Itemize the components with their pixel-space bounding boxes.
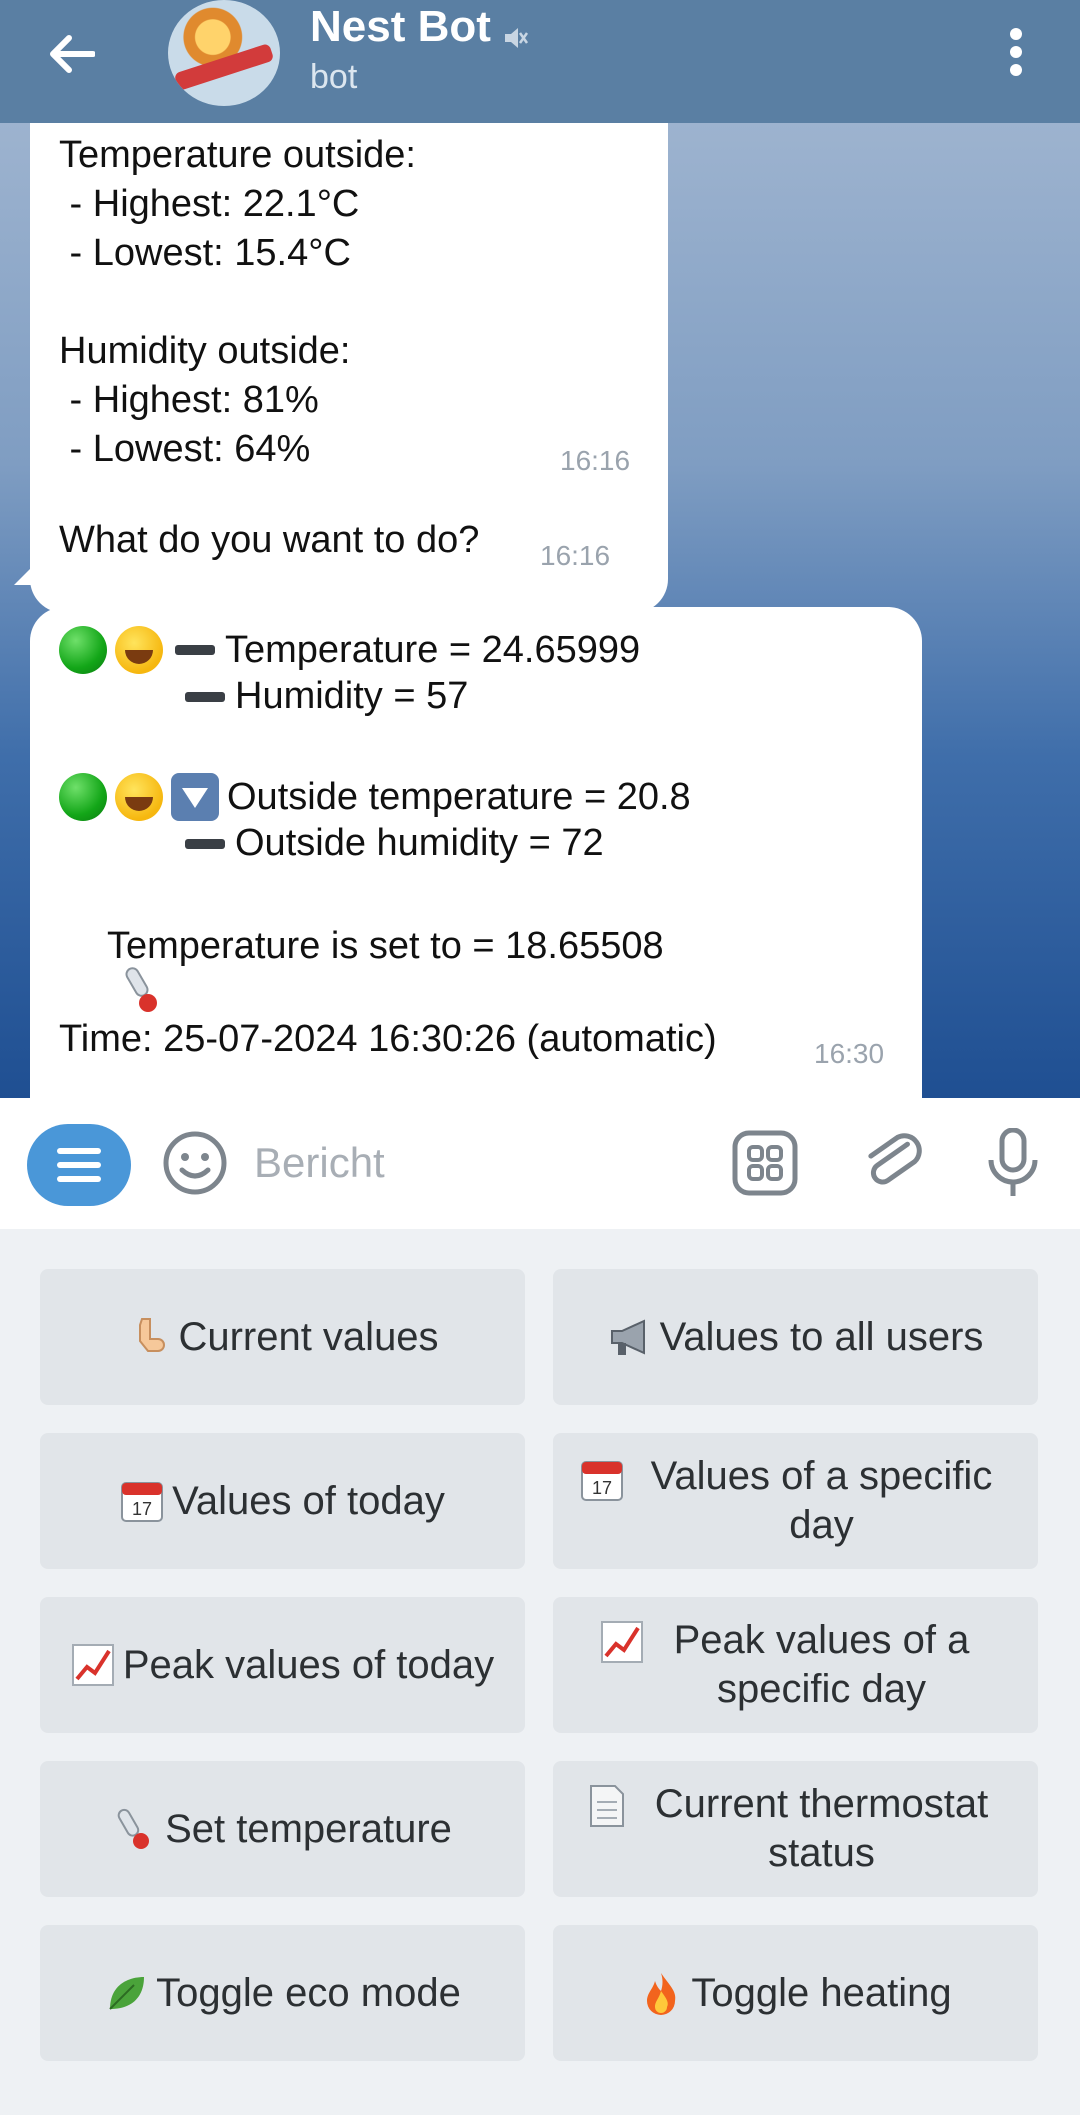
keyboard-button-peak-values-of-today[interactable]: Peak values of today xyxy=(40,1597,525,1733)
chat-subtitle: bot xyxy=(310,58,358,96)
chat-title[interactable]: Nest Bot xyxy=(310,2,529,52)
message-time: 16:16 xyxy=(560,445,631,476)
message-line: Temperature outside: xyxy=(59,134,416,176)
bot-menu-button[interactable] xyxy=(27,1124,131,1206)
message-line: - Highest: 22.1°C xyxy=(59,183,360,225)
message-line: Temperature = 24.65999 xyxy=(59,626,640,674)
thermometer-icon xyxy=(59,920,158,1012)
message-time: 16:16 xyxy=(540,540,611,571)
grinning-face-icon xyxy=(115,626,163,674)
svg-text:17: 17 xyxy=(591,1478,611,1498)
message-line: - Lowest: 15.4°C xyxy=(59,232,351,274)
chat-area[interactable]: Temperature outside: - Highest: 22.1°C -… xyxy=(0,123,1080,1098)
message-line: Humidity = 57 xyxy=(181,675,468,718)
attach-paperclip-icon[interactable] xyxy=(860,1128,926,1198)
minus-icon xyxy=(185,838,225,849)
message-line: Outside humidity = 72 xyxy=(181,822,604,865)
keyboard-button-current-values[interactable]: Current values xyxy=(40,1269,525,1405)
message-line: - Lowest: 64% xyxy=(59,428,311,470)
keyboard-button-values-of-a-specific-day[interactable]: 17 Values of a specific day xyxy=(553,1433,1038,1569)
keyboard-button-set-temperature[interactable]: Set temperature xyxy=(40,1761,525,1897)
reply-keyboard: Current values Values to all users 17 Va… xyxy=(0,1229,1080,2115)
message-line: - Highest: 81% xyxy=(59,379,319,421)
calendar-icon: 17 xyxy=(120,1479,164,1523)
leaf-icon xyxy=(104,1971,148,2015)
keyboard-button-values-to-all-users[interactable]: Values to all users xyxy=(553,1269,1038,1405)
thermometer-icon xyxy=(113,1807,157,1851)
megaphone-icon xyxy=(608,1315,652,1359)
message-time: 16:30 xyxy=(814,1038,885,1069)
bot-avatar[interactable] xyxy=(168,0,280,106)
chart-increasing-icon xyxy=(600,1620,644,1664)
message-line: Temperature is set to = 18.65508 xyxy=(59,920,664,1012)
message-line: Outside temperature = 20.8 xyxy=(59,773,691,821)
bubble-tail xyxy=(14,555,44,585)
grinning-face-icon xyxy=(115,773,163,821)
message-input[interactable] xyxy=(254,1128,694,1198)
green-circle-icon xyxy=(59,773,107,821)
down-arrow-button-icon xyxy=(171,773,219,821)
page-icon xyxy=(585,1784,629,1828)
microphone-icon[interactable] xyxy=(985,1127,1041,1198)
green-circle-icon xyxy=(59,626,107,674)
keyboard-button-toggle-heating[interactable]: Toggle heating xyxy=(553,1925,1038,2061)
back-arrow-icon[interactable] xyxy=(40,22,104,86)
message-line: Time: 25-07-2024 16:30:26 (automatic) xyxy=(59,1018,717,1060)
bot-commands-icon[interactable] xyxy=(732,1130,798,1196)
minus-icon xyxy=(185,691,225,702)
chat-title-text: Nest Bot xyxy=(310,2,491,51)
message-text: What do you want to do? xyxy=(59,519,480,561)
calendar-icon: 17 xyxy=(580,1458,624,1502)
keyboard-button-toggle-eco-mode[interactable]: Toggle eco mode xyxy=(40,1925,525,2061)
pointing-down-hand-icon xyxy=(126,1315,170,1359)
keyboard-button-current-thermostat-status[interactable]: Current thermostat status xyxy=(553,1761,1038,1897)
chart-increasing-icon xyxy=(71,1643,115,1687)
emoji-icon[interactable] xyxy=(162,1130,228,1196)
keyboard-button-values-of-today[interactable]: 17 Values of today xyxy=(40,1433,525,1569)
chat-header: Nest Bot bot xyxy=(0,0,1080,123)
minus-icon xyxy=(175,645,215,655)
fire-icon xyxy=(639,1971,683,2015)
muted-icon xyxy=(501,13,529,48)
more-options-icon[interactable] xyxy=(990,20,1042,84)
message-line: Humidity outside: xyxy=(59,330,351,372)
svg-text:17: 17 xyxy=(132,1499,152,1519)
keyboard-button-peak-values-of-a-specific-day[interactable]: Peak values of a specific day xyxy=(553,1597,1038,1733)
message-input-bar xyxy=(0,1098,1080,1229)
